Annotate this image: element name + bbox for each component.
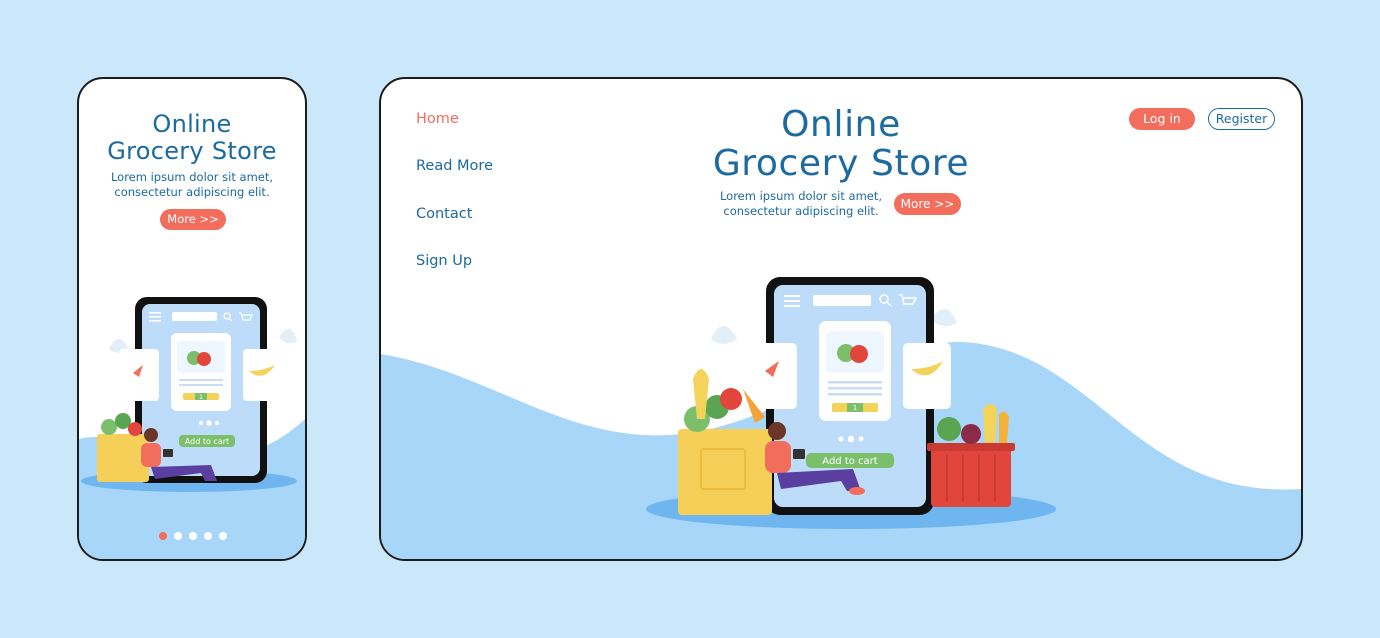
apple-icon — [187, 351, 211, 366]
desktop-title-line2: Grocery Store — [712, 143, 970, 184]
mobile-add-to-cart-label: Add to cart — [185, 437, 229, 446]
desktop-subtitle-line2: consectetur adipiscing elit. — [723, 204, 879, 218]
desktop-add-to-cart-label: Add to cart — [822, 456, 877, 467]
desktop-subtitle-line1: Lorem ipsum dolor sit amet, — [719, 189, 883, 203]
nav-read-more[interactable]: Read More — [416, 158, 493, 174]
mobile-more-button[interactable]: More >> — [160, 209, 226, 230]
desktop-title-line1: Online — [781, 104, 901, 145]
desktop-illustration: 1 Add to cart — [646, 277, 1056, 529]
mobile-stepper-value: 1 — [199, 394, 203, 401]
mobile-title-line2: Grocery Store — [107, 137, 277, 165]
desktop-more-button[interactable]: More >> — [894, 193, 961, 215]
mobile-pagination — [159, 532, 227, 540]
desktop-screen: Home Read More Contact Sign Up Online Gr… — [379, 77, 1303, 561]
desktop-stepper-value: 1 — [853, 404, 857, 412]
menu-icon — [149, 312, 161, 322]
nav-home[interactable]: Home — [416, 111, 459, 127]
mobile-subtitle-line1: Lorem ipsum dolor sit amet, — [110, 170, 274, 184]
desktop-shopping-basket — [931, 447, 1011, 507]
nav-contact[interactable]: Contact — [416, 206, 472, 222]
mobile-subtitle-line2: consectetur adipiscing elit. — [114, 185, 270, 199]
menu-icon — [784, 295, 800, 307]
mobile-screen: Online Grocery Store Lorem ipsum dolor s… — [77, 77, 307, 561]
login-button[interactable]: Log in — [1129, 108, 1195, 130]
pagination-dot-2[interactable] — [174, 532, 182, 540]
pagination-dot-4[interactable] — [204, 532, 212, 540]
desktop-grocery-bag — [678, 429, 772, 515]
pagination-dot-5[interactable] — [219, 532, 227, 540]
nav-sign-up[interactable]: Sign Up — [416, 253, 472, 269]
register-button[interactable]: Register — [1208, 108, 1275, 130]
pagination-dot-3[interactable] — [189, 532, 197, 540]
mobile-title-line1: Online — [152, 110, 232, 138]
apple-icon — [837, 344, 868, 363]
mobile-illustration: 1 Add to cart — [81, 297, 297, 492]
pagination-dot-1[interactable] — [159, 532, 167, 540]
